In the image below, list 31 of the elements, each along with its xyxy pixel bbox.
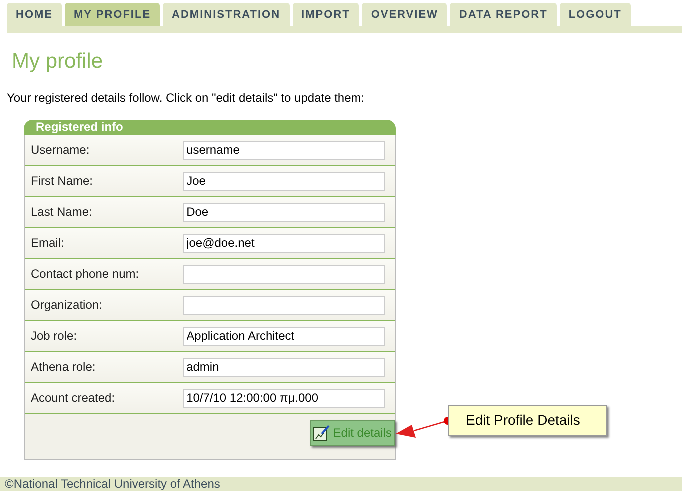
input-field[interactable] <box>182 296 385 315</box>
input-field[interactable]: joe@doe.net <box>182 234 385 253</box>
field-label: Username: <box>31 142 91 160</box>
field-label: Job role: <box>31 328 78 346</box>
panel-title: Registered info <box>24 120 396 136</box>
input-field[interactable]: username <box>182 140 385 160</box>
intro-text: Your registered details follow. Click on "edit details" to update them: <box>7 90 366 108</box>
field-label: Organization: <box>31 297 104 314</box>
nav-tab[interactable]: IMPORT <box>292 3 360 26</box>
page-title: My profile <box>12 49 104 74</box>
field-label: Last Name: <box>31 204 94 222</box>
input-field[interactable]: admin <box>182 358 385 377</box>
field-label: First Name: <box>31 173 94 190</box>
input-field[interactable]: 10/7/10 12:00:00 πμ.000 <box>182 388 385 408</box>
field-label: Contact phone num: <box>31 266 140 284</box>
nav-tab[interactable]: DATA REPORT <box>450 3 557 26</box>
callout-note: Edit Profile Details <box>448 405 607 436</box>
input-field[interactable] <box>182 264 385 284</box>
field-label: Email: <box>31 235 66 252</box>
edit-icon <box>313 424 332 442</box>
field-label: Athena role: <box>31 359 97 376</box>
nav-tab[interactable]: HOME <box>7 3 62 26</box>
input-field[interactable]: Doe <box>182 202 385 222</box>
input-field[interactable]: Application Architect <box>182 326 385 346</box>
footer-text: ©National Technical University of Athens <box>0 477 682 491</box>
nav-tab[interactable]: LOGOUT <box>560 3 631 26</box>
nav-tab[interactable]: ADMINISTRATION <box>163 3 290 26</box>
input-field[interactable]: Joe <box>182 172 385 191</box>
nav-tab[interactable]: OVERVIEW <box>362 3 448 26</box>
field-label: Acount created: <box>31 390 116 408</box>
nav-tab[interactable]: MY PROFILE <box>65 3 160 26</box>
